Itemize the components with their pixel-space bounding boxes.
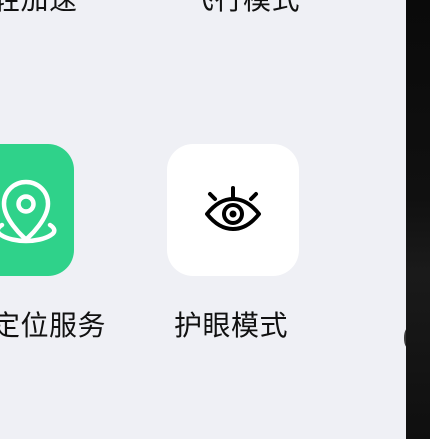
location-service-toggle[interactable] <box>0 144 74 276</box>
location-pin-icon <box>0 179 57 244</box>
label-top-right: 飞行模式 <box>186 0 300 14</box>
location-service-label: 定位服务 <box>0 309 107 342</box>
eye-icon <box>205 186 261 231</box>
eye-care-toggle[interactable] <box>167 144 299 276</box>
dark-side-strip <box>406 0 430 439</box>
control-center-panel: 轻加速 飞行模式 定位服务 护眼模式 <box>0 0 406 439</box>
eye-care-label: 护眼模式 <box>174 309 289 342</box>
label-top-left: 轻加速 <box>0 0 78 14</box>
